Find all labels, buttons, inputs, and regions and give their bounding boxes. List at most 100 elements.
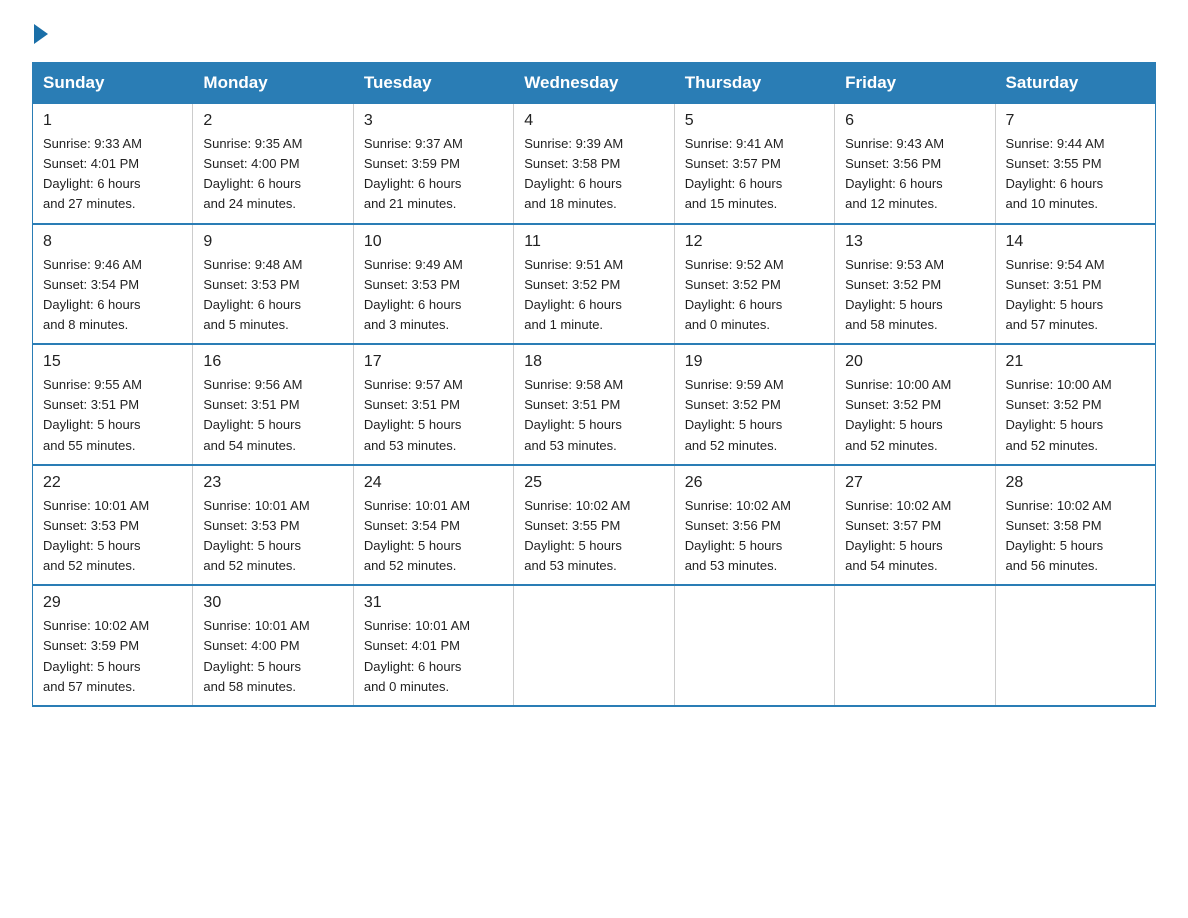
day-info: Sunrise: 10:00 AMSunset: 3:52 PMDaylight… [1006, 375, 1145, 456]
day-info: Sunrise: 9:46 AMSunset: 3:54 PMDaylight:… [43, 255, 182, 336]
day-info: Sunrise: 9:51 AMSunset: 3:52 PMDaylight:… [524, 255, 663, 336]
day-number: 20 [845, 353, 984, 371]
day-info: Sunrise: 10:02 AMSunset: 3:59 PMDaylight… [43, 616, 182, 697]
day-cell: 8 Sunrise: 9:46 AMSunset: 3:54 PMDaylight… [33, 224, 193, 345]
logo [32, 24, 50, 44]
day-info: Sunrise: 10:02 AMSunset: 3:56 PMDaylight… [685, 496, 824, 577]
day-info: Sunrise: 9:41 AMSunset: 3:57 PMDaylight:… [685, 134, 824, 215]
day-cell [835, 585, 995, 706]
day-cell: 30 Sunrise: 10:01 AMSunset: 4:00 PMDaylig… [193, 585, 353, 706]
day-cell: 17 Sunrise: 9:57 AMSunset: 3:51 PMDayligh… [353, 344, 513, 465]
day-info: Sunrise: 9:53 AMSunset: 3:52 PMDaylight:… [845, 255, 984, 336]
day-cell: 11 Sunrise: 9:51 AMSunset: 3:52 PMDayligh… [514, 224, 674, 345]
day-number: 11 [524, 233, 663, 251]
day-number: 31 [364, 594, 503, 612]
day-cell: 1 Sunrise: 9:33 AMSunset: 4:01 PMDaylight… [33, 104, 193, 224]
day-number: 19 [685, 353, 824, 371]
day-cell: 7 Sunrise: 9:44 AMSunset: 3:55 PMDaylight… [995, 104, 1155, 224]
day-cell [514, 585, 674, 706]
day-cell: 6 Sunrise: 9:43 AMSunset: 3:56 PMDaylight… [835, 104, 995, 224]
week-row-2: 8 Sunrise: 9:46 AMSunset: 3:54 PMDaylight… [33, 224, 1156, 345]
day-number: 30 [203, 594, 342, 612]
day-number: 2 [203, 112, 342, 130]
day-info: Sunrise: 10:01 AMSunset: 4:01 PMDaylight… [364, 616, 503, 697]
day-cell: 25 Sunrise: 10:02 AMSunset: 3:55 PMDaylig… [514, 465, 674, 586]
day-cell: 29 Sunrise: 10:02 AMSunset: 3:59 PMDaylig… [33, 585, 193, 706]
day-number: 22 [43, 474, 182, 492]
day-number: 7 [1006, 112, 1145, 130]
day-cell: 2 Sunrise: 9:35 AMSunset: 4:00 PMDaylight… [193, 104, 353, 224]
day-number: 1 [43, 112, 182, 130]
day-info: Sunrise: 9:48 AMSunset: 3:53 PMDaylight:… [203, 255, 342, 336]
day-info: Sunrise: 10:02 AMSunset: 3:55 PMDaylight… [524, 496, 663, 577]
day-cell: 18 Sunrise: 9:58 AMSunset: 3:51 PMDayligh… [514, 344, 674, 465]
day-number: 17 [364, 353, 503, 371]
header-cell-thursday: Thursday [674, 63, 834, 104]
day-number: 18 [524, 353, 663, 371]
day-cell: 5Sunrise: 9:41 AMSunset: 3:57 PMDaylight… [674, 104, 834, 224]
day-info: Sunrise: 9:55 AMSunset: 3:51 PMDaylight:… [43, 375, 182, 456]
day-number: 4 [524, 112, 663, 130]
day-info: Sunrise: 10:02 AMSunset: 3:57 PMDaylight… [845, 496, 984, 577]
header-cell-tuesday: Tuesday [353, 63, 513, 104]
day-cell: 22 Sunrise: 10:01 AMSunset: 3:53 PMDaylig… [33, 465, 193, 586]
day-cell: 16 Sunrise: 9:56 AMSunset: 3:51 PMDayligh… [193, 344, 353, 465]
day-number: 9 [203, 233, 342, 251]
day-number: 27 [845, 474, 984, 492]
header-cell-wednesday: Wednesday [514, 63, 674, 104]
day-cell: 28Sunrise: 10:02 AMSunset: 3:58 PMDaylig… [995, 465, 1155, 586]
day-info: Sunrise: 10:01 AMSunset: 3:54 PMDaylight… [364, 496, 503, 577]
day-info: Sunrise: 9:35 AMSunset: 4:00 PMDaylight:… [203, 134, 342, 215]
page-header [32, 24, 1156, 44]
day-cell: 21 Sunrise: 10:00 AMSunset: 3:52 PMDaylig… [995, 344, 1155, 465]
day-number: 10 [364, 233, 503, 251]
day-info: Sunrise: 10:01 AMSunset: 4:00 PMDaylight… [203, 616, 342, 697]
day-info: Sunrise: 9:59 AMSunset: 3:52 PMDaylight:… [685, 375, 824, 456]
day-info: Sunrise: 10:02 AMSunset: 3:58 PMDaylight… [1006, 496, 1145, 577]
day-info: Sunrise: 10:01 AMSunset: 3:53 PMDaylight… [43, 496, 182, 577]
day-info: Sunrise: 9:57 AMSunset: 3:51 PMDaylight:… [364, 375, 503, 456]
calendar-header: SundayMondayTuesdayWednesdayThursdayFrid… [33, 63, 1156, 104]
day-cell: 10Sunrise: 9:49 AMSunset: 3:53 PMDayligh… [353, 224, 513, 345]
day-number: 29 [43, 594, 182, 612]
day-info: Sunrise: 9:43 AMSunset: 3:56 PMDaylight:… [845, 134, 984, 215]
day-cell: 20 Sunrise: 10:00 AMSunset: 3:52 PMDaylig… [835, 344, 995, 465]
day-number: 21 [1006, 353, 1145, 371]
week-row-3: 15 Sunrise: 9:55 AMSunset: 3:51 PMDayligh… [33, 344, 1156, 465]
day-cell: 23Sunrise: 10:01 AMSunset: 3:53 PMDaylig… [193, 465, 353, 586]
day-number: 25 [524, 474, 663, 492]
day-number: 12 [685, 233, 824, 251]
day-cell: 26 Sunrise: 10:02 AMSunset: 3:56 PMDaylig… [674, 465, 834, 586]
day-cell: 14Sunrise: 9:54 AMSunset: 3:51 PMDayligh… [995, 224, 1155, 345]
day-number: 26 [685, 474, 824, 492]
day-info: Sunrise: 9:54 AMSunset: 3:51 PMDaylight:… [1006, 255, 1145, 336]
header-cell-friday: Friday [835, 63, 995, 104]
day-cell: 12 Sunrise: 9:52 AMSunset: 3:52 PMDayligh… [674, 224, 834, 345]
header-cell-saturday: Saturday [995, 63, 1155, 104]
day-cell: 19 Sunrise: 9:59 AMSunset: 3:52 PMDayligh… [674, 344, 834, 465]
day-number: 8 [43, 233, 182, 251]
day-number: 3 [364, 112, 503, 130]
calendar-table: SundayMondayTuesdayWednesdayThursdayFrid… [32, 62, 1156, 707]
day-info: Sunrise: 9:44 AMSunset: 3:55 PMDaylight:… [1006, 134, 1145, 215]
week-row-5: 29 Sunrise: 10:02 AMSunset: 3:59 PMDaylig… [33, 585, 1156, 706]
day-cell: 27 Sunrise: 10:02 AMSunset: 3:57 PMDaylig… [835, 465, 995, 586]
day-number: 6 [845, 112, 984, 130]
day-number: 16 [203, 353, 342, 371]
day-info: Sunrise: 9:58 AMSunset: 3:51 PMDaylight:… [524, 375, 663, 456]
week-row-1: 1 Sunrise: 9:33 AMSunset: 4:01 PMDaylight… [33, 104, 1156, 224]
day-info: Sunrise: 10:00 AMSunset: 3:52 PMDaylight… [845, 375, 984, 456]
day-number: 23 [203, 474, 342, 492]
logo-triangle-icon [34, 24, 48, 44]
header-row: SundayMondayTuesdayWednesdayThursdayFrid… [33, 63, 1156, 104]
day-cell: 3Sunrise: 9:37 AMSunset: 3:59 PMDaylight… [353, 104, 513, 224]
day-info: Sunrise: 9:52 AMSunset: 3:52 PMDaylight:… [685, 255, 824, 336]
day-info: Sunrise: 9:56 AMSunset: 3:51 PMDaylight:… [203, 375, 342, 456]
day-cell [674, 585, 834, 706]
day-number: 24 [364, 474, 503, 492]
day-info: Sunrise: 9:33 AMSunset: 4:01 PMDaylight:… [43, 134, 182, 215]
day-cell: 31 Sunrise: 10:01 AMSunset: 4:01 PMDaylig… [353, 585, 513, 706]
day-number: 15 [43, 353, 182, 371]
day-cell [995, 585, 1155, 706]
header-cell-sunday: Sunday [33, 63, 193, 104]
